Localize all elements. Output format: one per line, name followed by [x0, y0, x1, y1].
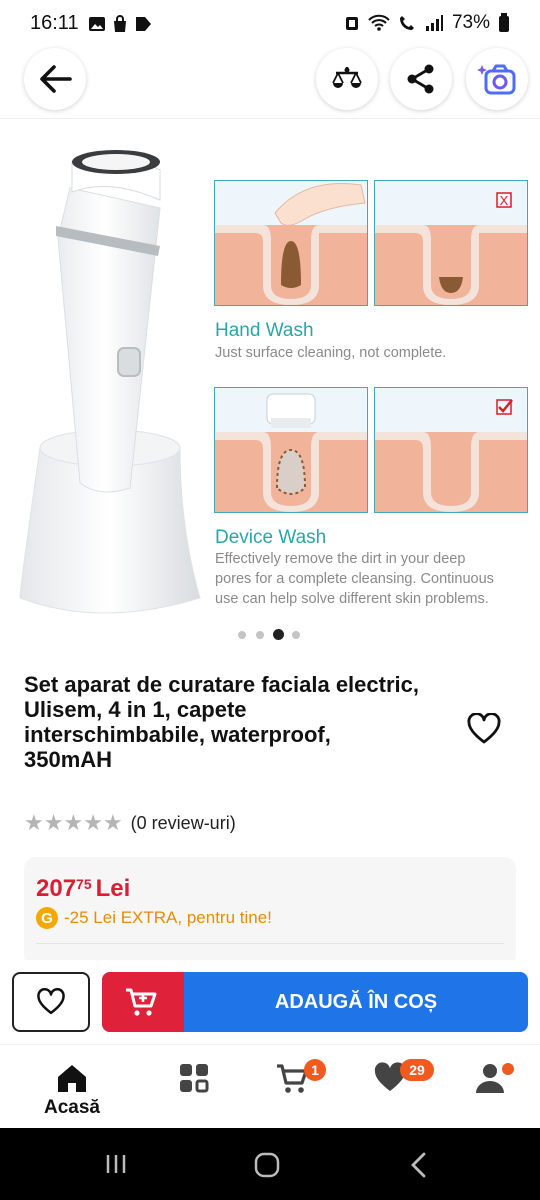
extra-discount-row[interactable]: G -25 Lei EXTRA, pentru tine! — [36, 907, 272, 929]
cta-row: ADAUGĂ ÎN COȘ — [0, 960, 540, 1044]
cleansing-device-illustration — [19, 150, 201, 614]
account-notification-dot — [502, 1063, 514, 1075]
price-whole: 207 — [36, 875, 77, 902]
recent-apps-icon[interactable] — [104, 1152, 128, 1176]
battery-icon — [499, 13, 509, 32]
fail-marker: X — [500, 193, 509, 208]
nav-categories[interactable] — [154, 1045, 234, 1129]
nav-home-label: Acasă — [44, 1097, 100, 1118]
extra-discount-text: -25 Lei EXTRA, pentru tine! — [64, 908, 272, 927]
device-wash-text-line-3: use can help solve different skin proble… — [215, 591, 489, 607]
product-title: Set aparat de curatare faciala electric,… — [24, 672, 419, 772]
genius-badge-icon: G — [36, 907, 58, 929]
heart-icon — [37, 988, 65, 1015]
carousel-dot[interactable] — [238, 631, 246, 639]
add-to-cart-label: ADAUGĂ ÎN COȘ — [274, 990, 438, 1013]
skin-pore-illustration — [375, 388, 527, 512]
skin-pore-illustration: X — [375, 181, 527, 305]
hand-wash-title: Hand Wash — [215, 320, 314, 341]
price: 20775 Lei — [36, 875, 130, 903]
back-button[interactable] — [24, 48, 86, 110]
camera-search-icon — [477, 64, 516, 95]
compare-scale-icon — [332, 67, 362, 88]
device-wash-panel-before — [214, 387, 368, 513]
skin-pore-illustration — [215, 181, 367, 305]
skin-pore-illustration — [215, 388, 367, 512]
share-icon — [407, 64, 434, 94]
favorites-count-badge: 29 — [400, 1059, 434, 1081]
wishlist-heart-icon[interactable] — [466, 713, 502, 745]
add-to-favorites-button[interactable] — [12, 972, 90, 1032]
hand-wash-panel-after: X — [374, 180, 528, 306]
hand-wash-panel-before — [214, 180, 368, 306]
visual-search-button[interactable] — [466, 48, 528, 110]
device-wash-panel-after — [374, 387, 528, 513]
gallery-icon — [89, 17, 105, 31]
cart-plus-icon — [126, 988, 157, 1016]
compare-button[interactable] — [316, 48, 378, 110]
cart-count-badge: 1 — [304, 1059, 326, 1081]
play-icon — [136, 17, 151, 31]
price-divider — [36, 943, 504, 944]
star-icon: ★ — [83, 810, 103, 835]
share-button[interactable] — [390, 48, 452, 110]
price-box: 20775 Lei G -25 Lei EXTRA, pentru tine! — [24, 857, 516, 967]
wifi-icon — [368, 14, 390, 31]
device-wash-text-line-1: Effectively remove the dirt in your deep — [215, 551, 466, 567]
categories-grid-icon — [180, 1064, 209, 1093]
carousel-dot[interactable] — [292, 631, 300, 639]
battery-percent: 73% — [451, 12, 490, 33]
top-bar-divider — [0, 118, 540, 119]
device-wash-text-line-2: pores for a complete cleansing. Continuo… — [215, 571, 494, 587]
hand-wash-text: Just surface cleaning, not complete. — [215, 345, 447, 361]
price-currency: Lei — [95, 875, 131, 902]
call-icon — [399, 16, 414, 30]
back-arrow-icon — [40, 65, 72, 93]
shopping-bag-icon — [114, 15, 126, 32]
status-indicators: 73% — [344, 12, 510, 34]
review-count[interactable]: (0 review-uri) — [131, 813, 236, 834]
carousel-dot[interactable] — [256, 631, 264, 639]
nav-cart[interactable]: 1 — [252, 1045, 332, 1129]
star-icon: ★ — [63, 810, 83, 835]
system-navigation-bar — [0, 1128, 540, 1200]
status-time: 16:11 — [30, 12, 79, 34]
price-cents: 75 — [76, 876, 92, 892]
rating-row[interactable]: ★ ★ ★ ★ ★ (0 review-uri) — [24, 810, 236, 836]
product-image[interactable]: X Hand Wash Just surface cleaning, not c… — [0, 120, 540, 620]
add-to-cart-button[interactable]: ADAUGĂ ÎN COȘ — [102, 972, 528, 1032]
signal-icon — [425, 15, 443, 31]
star-icon: ★ — [102, 810, 123, 835]
home-button-icon[interactable] — [254, 1152, 280, 1178]
status-bar: 16:11 73% — [0, 0, 540, 48]
nav-account[interactable] — [450, 1045, 530, 1129]
battery-saver-icon — [345, 17, 358, 30]
nav-favorites[interactable]: 29 — [350, 1045, 434, 1129]
home-icon — [58, 1065, 86, 1092]
star-icon: ★ — [43, 810, 64, 835]
star-icon: ★ — [24, 810, 44, 835]
system-back-icon[interactable] — [408, 1152, 430, 1178]
device-wash-title: Device Wash — [215, 527, 327, 548]
bottom-nav: Acasă 1 29 — [0, 1044, 540, 1129]
nav-home[interactable]: Acasă — [32, 1045, 112, 1129]
add-to-cart-icon-area — [102, 972, 184, 1032]
carousel-dot-active[interactable] — [273, 629, 284, 640]
